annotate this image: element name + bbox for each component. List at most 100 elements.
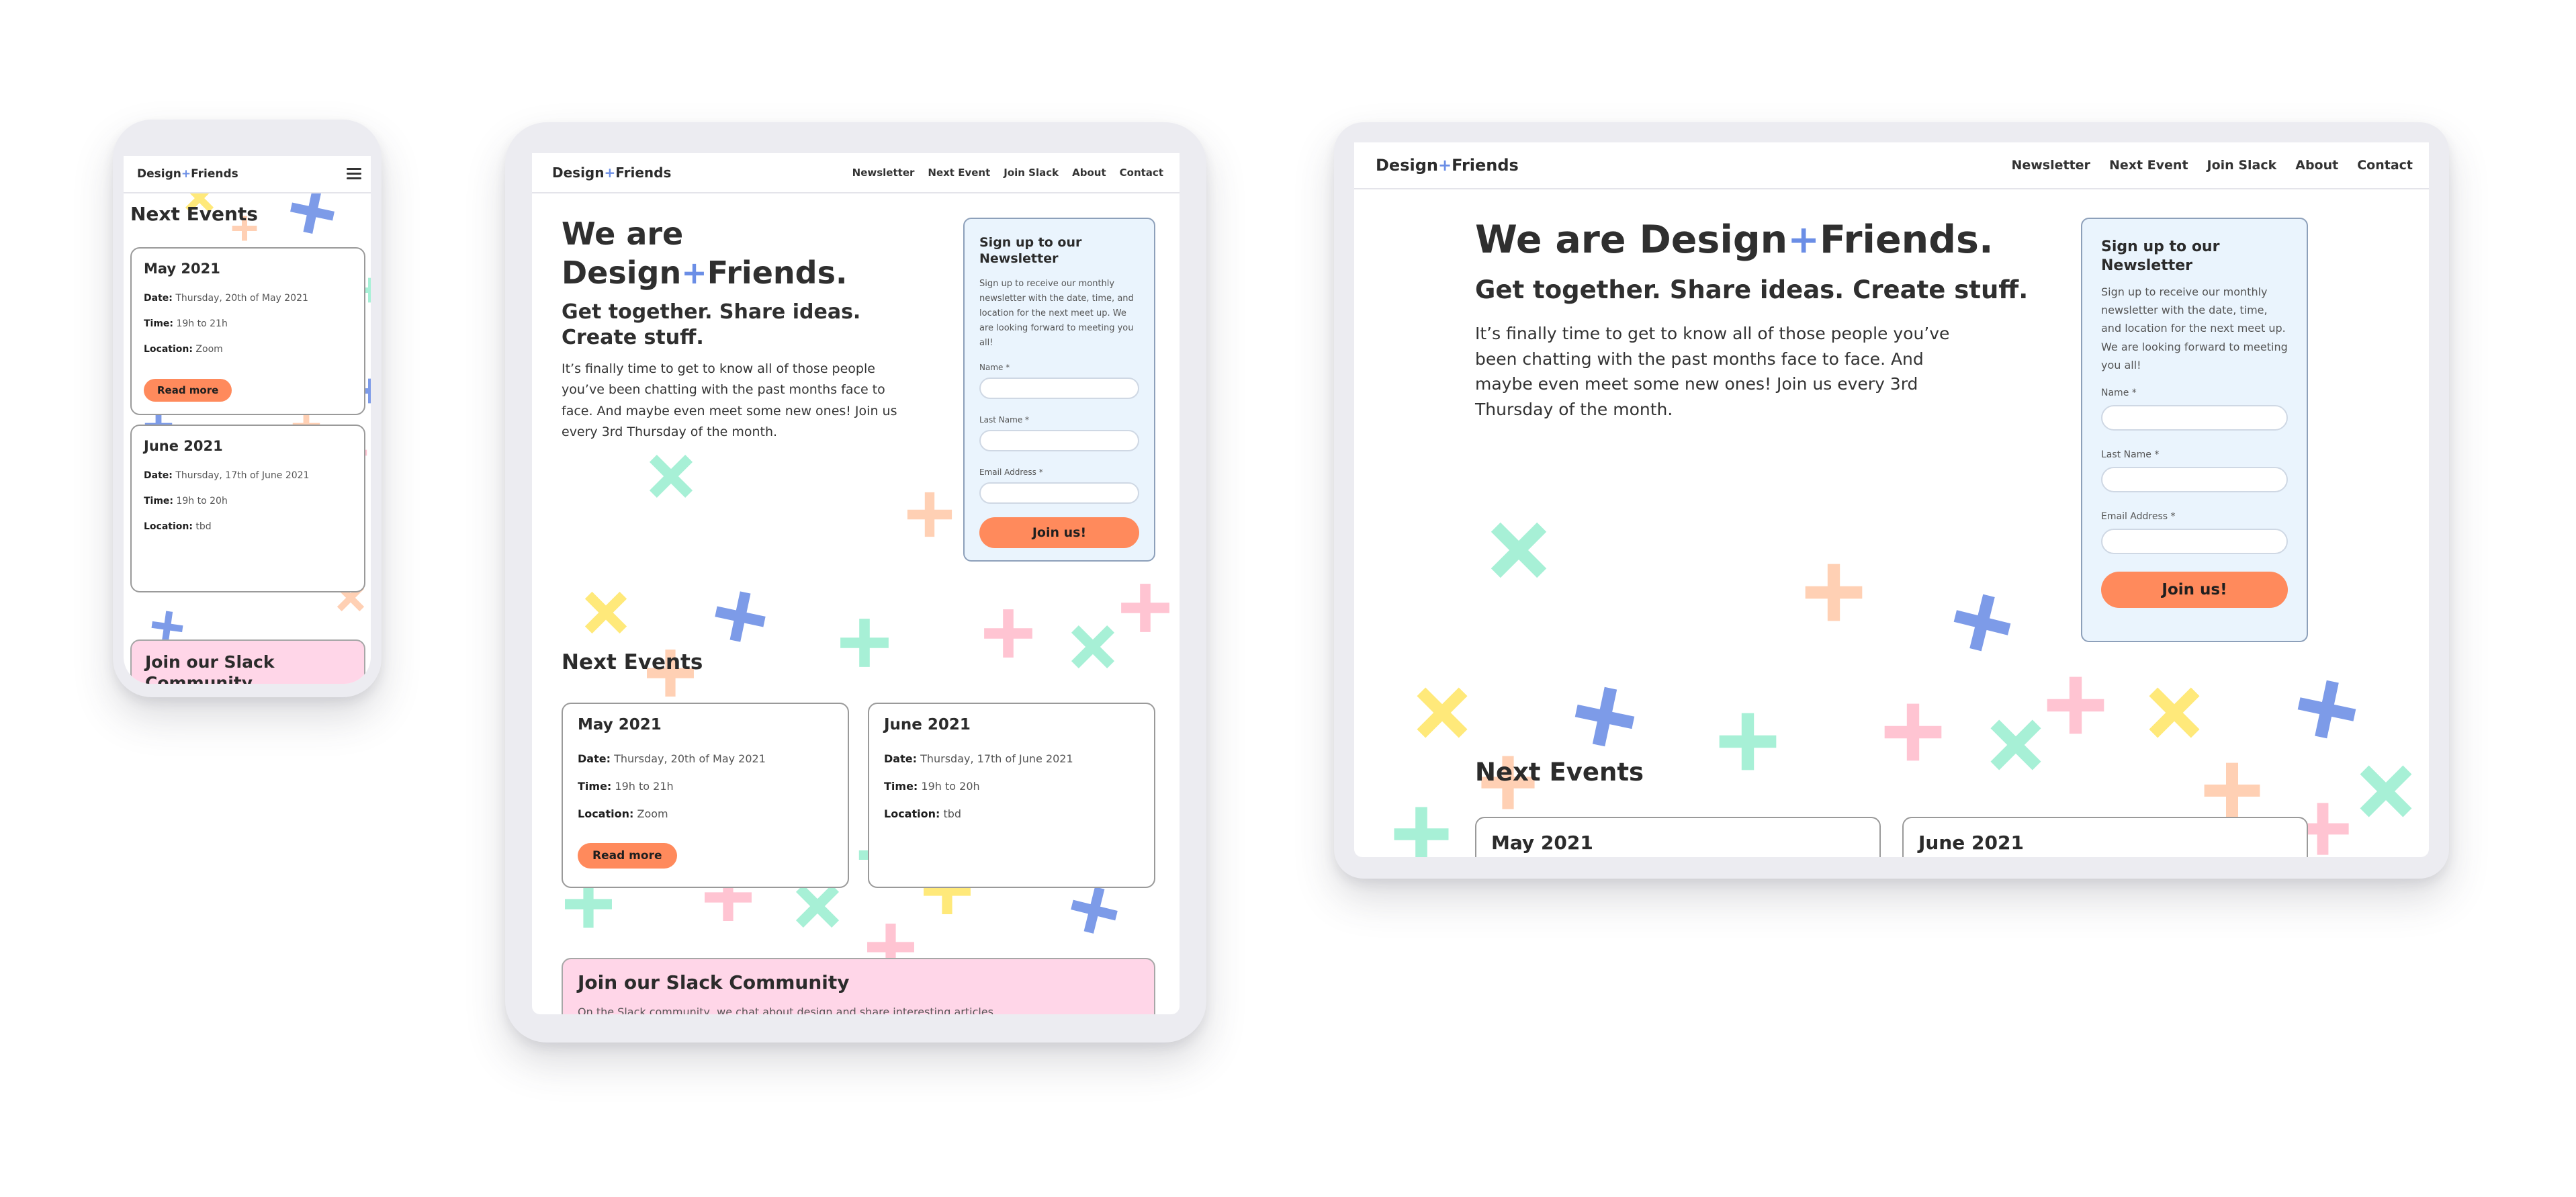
desktop-navbar: Design+Friends Newsletter Next Event Joi…: [1354, 142, 2429, 189]
cross-mark-icon: [1417, 687, 1468, 738]
plus-mark-icon: [1574, 686, 1635, 747]
nav-about[interactable]: About: [1072, 167, 1106, 179]
tablet-navbar: Design+Friends Newsletter Next Event Joi…: [532, 153, 1180, 193]
hero-tagline: Get together. Share ideas. Create stuff.: [562, 300, 861, 349]
last-name-input[interactable]: [2101, 466, 2288, 492]
cross-mark-icon: [2360, 765, 2412, 817]
event-date: Date: Thursday, 17th of June 2021: [884, 752, 1073, 765]
tablet-screen: Design+Friends Newsletter Next Event Joi…: [532, 153, 1180, 1014]
nav-links: Newsletter Next Event Join Slack About C…: [839, 167, 1163, 179]
cross-mark-icon: [649, 454, 693, 498]
event-title: May 2021: [1491, 832, 1593, 854]
event-card-may: May 2021 Date: Thursday, 20th of May 202…: [130, 247, 365, 415]
email-label: Email Address *: [2101, 511, 2176, 522]
event-title: June 2021: [144, 438, 223, 454]
plus-mark-icon: [1805, 564, 1863, 621]
event-location: Location: tbd: [884, 807, 962, 820]
nav-next-event[interactable]: Next Event: [928, 167, 990, 179]
nav-newsletter[interactable]: Newsletter: [2011, 158, 2090, 173]
nav-join-slack[interactable]: Join Slack: [1004, 167, 1059, 179]
slack-text: On the Slack community, we chat about de…: [578, 1006, 997, 1014]
cross-mark-icon: [584, 591, 627, 634]
email-input[interactable]: [979, 482, 1139, 504]
cross-mark-icon: [795, 884, 840, 928]
logo[interactable]: Design+Friends: [552, 165, 671, 181]
join-us-button[interactable]: Join us!: [2101, 571, 2288, 608]
nav-links: Newsletter Next Event Join Slack About C…: [1992, 158, 2413, 173]
name-label: Name *: [2101, 387, 2137, 398]
event-card-may: May 2021 Date: Thursday, 20th of May 202…: [562, 703, 849, 888]
logo[interactable]: Design+Friends: [137, 167, 238, 181]
hero-tagline: Get together. Share ideas. Create stuff.: [1475, 275, 2029, 304]
slack-title: Join our Slack Community: [578, 971, 850, 993]
nav-about[interactable]: About: [2295, 158, 2338, 173]
nav-next-event[interactable]: Next Event: [2109, 158, 2188, 173]
name-input[interactable]: [2101, 404, 2288, 431]
email-label: Email Address *: [979, 467, 1043, 477]
plus-mark-icon: [2297, 680, 2356, 739]
name-label: Name *: [979, 362, 1010, 372]
logo[interactable]: Design+Friends: [1376, 156, 1519, 175]
hero-title: We are Design+Friends.: [562, 216, 848, 291]
email-input[interactable]: [2101, 528, 2288, 554]
event-title: June 2021: [884, 716, 971, 734]
plus-mark-icon: [1953, 594, 2011, 652]
event-card-june: June 2021 Date: Thursday, 17th of June 2…: [868, 703, 1155, 888]
plus-mark-icon: [2204, 762, 2260, 819]
nav-contact[interactable]: Contact: [2357, 158, 2413, 173]
event-location: Location: tbd: [144, 521, 212, 532]
newsletter-form: Sign up to our Newsletter Sign up to rec…: [2081, 218, 2308, 642]
event-time: Time: 19h to 20h: [144, 496, 228, 506]
event-location: Location: Zoom: [578, 807, 668, 820]
plus-mark-icon: [907, 492, 952, 537]
nav-contact[interactable]: Contact: [1120, 167, 1163, 179]
event-title: May 2021: [144, 261, 220, 277]
last-name-label: Last Name *: [2101, 449, 2160, 460]
event-time: Time: 19h to 21h: [144, 318, 228, 329]
plus-mark-icon: [840, 619, 889, 667]
newsletter-title: Sign up to our Newsletter: [979, 235, 1082, 266]
event-date: Date: Thursday, 20th of May 2021: [144, 293, 308, 304]
plus-mark-icon: [1394, 807, 1449, 857]
plus-mark-icon: [715, 591, 766, 642]
phone-navbar: Design+Friends: [124, 156, 371, 193]
cross-mark-icon: [2149, 687, 2200, 738]
nav-join-slack[interactable]: Join Slack: [2207, 158, 2277, 173]
event-title: June 2021: [1918, 832, 2024, 854]
plus-mark-icon: [984, 609, 1032, 658]
cross-mark-icon: [1491, 522, 1547, 578]
newsletter-title: Sign up to our Newsletter: [2101, 238, 2220, 274]
event-time: Time: 19h to 21h: [578, 780, 674, 793]
phone-frame: Design+Friends Next Events May 2021 Date…: [113, 120, 382, 697]
newsletter-form: Sign up to our Newsletter Sign up to rec…: [963, 218, 1155, 562]
event-card-june: June 2021: [1902, 817, 2308, 857]
slack-section: Join our Slack Community: [130, 639, 365, 684]
read-more-button[interactable]: Read more: [144, 379, 232, 402]
last-name-input[interactable]: [979, 429, 1139, 451]
menu-icon[interactable]: [347, 168, 361, 180]
read-more-button[interactable]: Read more: [578, 843, 677, 869]
tablet-frame: Design+Friends Newsletter Next Event Joi…: [505, 122, 1206, 1043]
event-card-june: June 2021 Date: Thursday, 17th of June 2…: [130, 425, 365, 592]
hero-intro: It’s finally time to get to know all of …: [562, 361, 897, 440]
hero-title: We are Design+Friends.: [1475, 218, 1994, 262]
next-events-title: Next Events: [562, 650, 703, 674]
slack-title: Join our Slack Community: [145, 652, 275, 684]
cross-mark-icon: [1071, 625, 1115, 669]
plus-mark-icon: [1719, 713, 1777, 770]
newsletter-text: Sign up to receive our monthly newslette…: [979, 278, 1134, 348]
next-events-title: Next Events: [130, 203, 258, 225]
plus-mark-icon: [1884, 703, 1942, 761]
name-input[interactable]: [979, 377, 1139, 399]
next-events-title: Next Events: [1475, 758, 1644, 787]
desktop-screen: Design+Friends Newsletter Next Event Joi…: [1354, 142, 2429, 857]
plus-mark-icon: [1121, 584, 1169, 632]
slack-section: Join our Slack Community On the Slack co…: [562, 958, 1155, 1014]
join-us-button[interactable]: Join us!: [979, 517, 1139, 548]
nav-newsletter[interactable]: Newsletter: [852, 167, 915, 179]
last-name-label: Last Name *: [979, 414, 1030, 425]
event-date: Date: Thursday, 20th of May 2021: [578, 752, 766, 765]
newsletter-text: Sign up to receive our monthly newslette…: [2101, 285, 2288, 371]
event-title: May 2021: [578, 716, 662, 734]
event-time: Time: 19h to 20h: [884, 780, 980, 793]
